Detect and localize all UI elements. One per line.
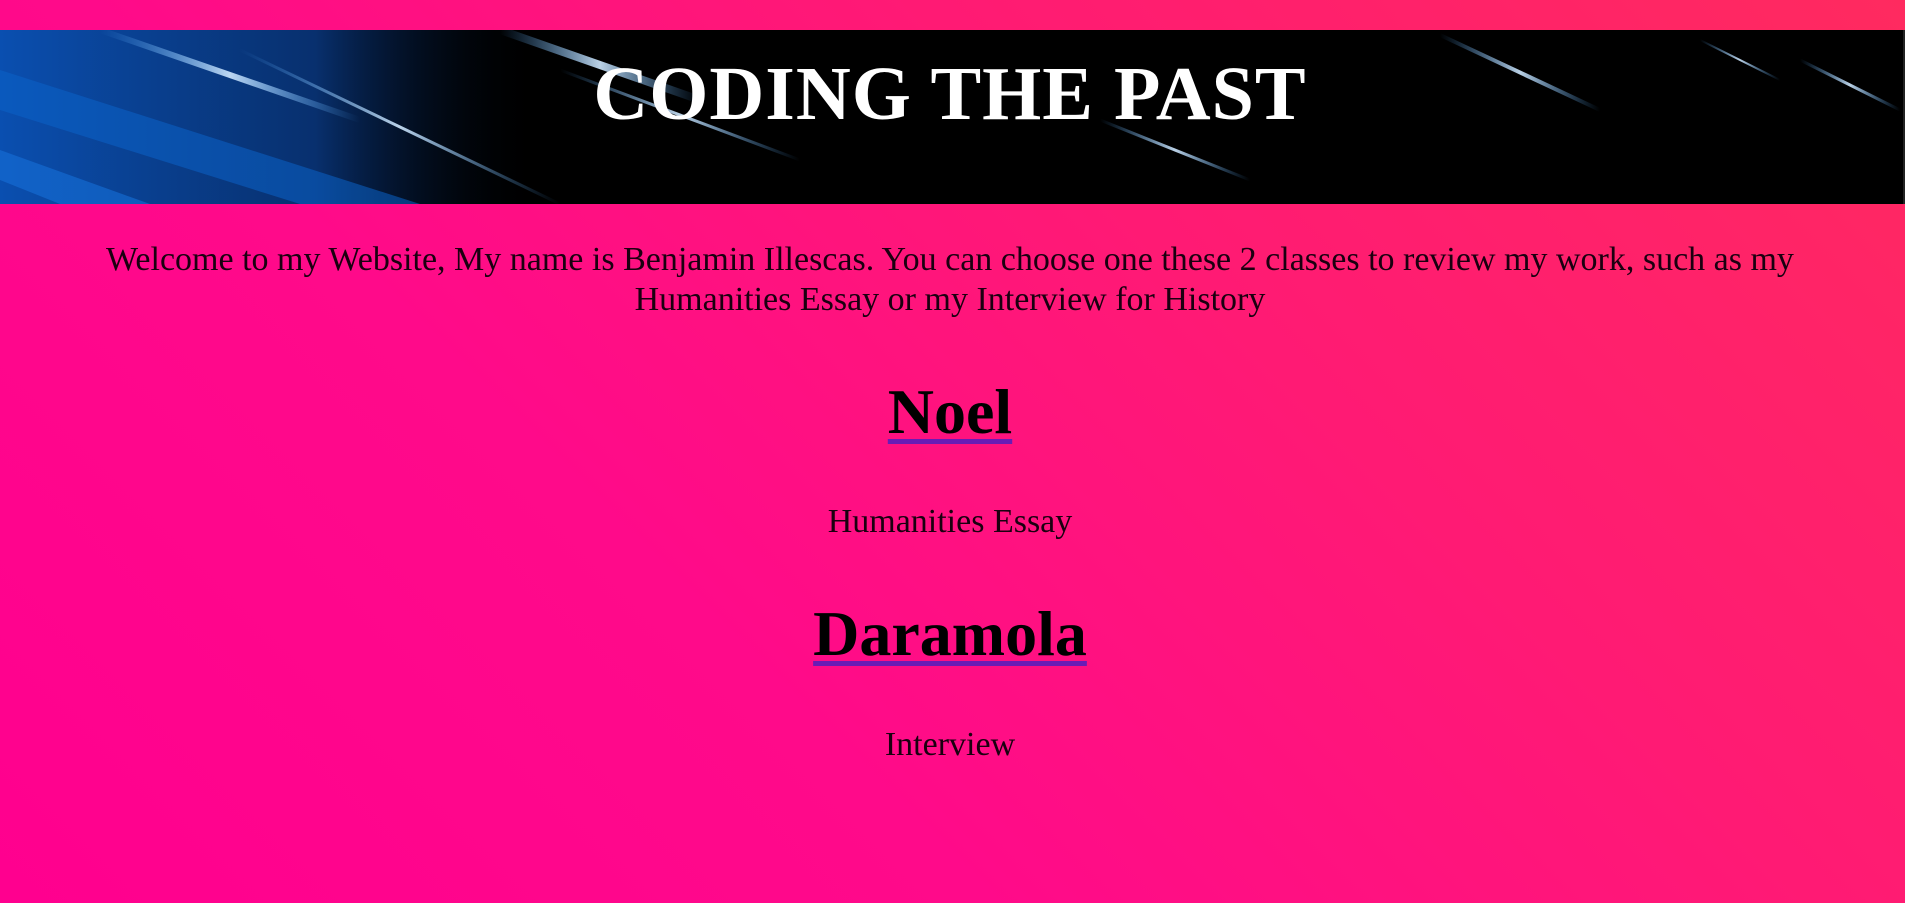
header-banner: CODING THE PAST bbox=[0, 30, 1905, 204]
class-heading-daramola: Daramola bbox=[0, 602, 1900, 666]
noel-assignment-label: Humanities Essay bbox=[827, 503, 1073, 540]
daramola-link[interactable]: Daramola bbox=[813, 598, 1087, 669]
noel-link[interactable]: Noel bbox=[888, 376, 1012, 447]
class-heading-noel: Noel bbox=[0, 380, 1900, 444]
site-title: CODING THE PAST bbox=[593, 52, 1307, 136]
welcome-text: Welcome to my Website, My name is Benjam… bbox=[106, 241, 1794, 318]
daramola-assignment-label: Interview bbox=[884, 726, 1016, 763]
